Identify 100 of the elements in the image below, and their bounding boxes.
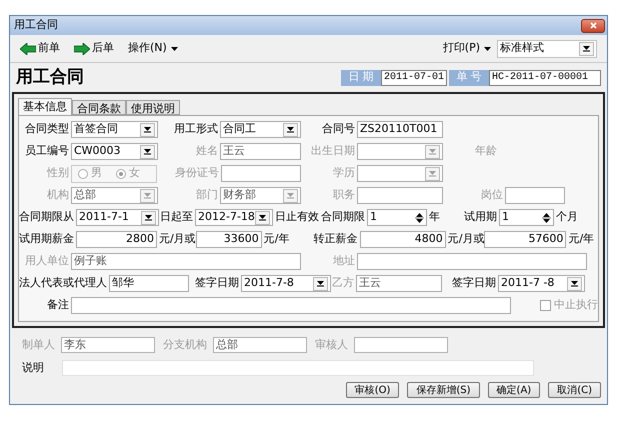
dropdown-field[interactable]: 合同工 bbox=[220, 121, 301, 138]
dropdown-field[interactable]: 2011-7 -8 bbox=[498, 275, 585, 292]
field-label: 试用期 bbox=[463, 209, 498, 226]
field-label: 日起至 bbox=[159, 209, 194, 226]
dropdown-field[interactable]: 首签合同 bbox=[71, 121, 158, 138]
field-label: 转正薪金 bbox=[312, 231, 359, 248]
toolbar-button[interactable]: 前单 bbox=[20, 40, 60, 57]
dialog-button[interactable]: 审核(O) bbox=[346, 382, 400, 398]
close-button[interactable] bbox=[581, 18, 605, 32]
dropdown-button[interactable] bbox=[255, 210, 270, 224]
field-label: 合同号 bbox=[321, 121, 356, 138]
dropdown-button[interactable] bbox=[140, 122, 155, 136]
field-label: 乙方 bbox=[331, 275, 355, 292]
input-field[interactable]: 邹华 bbox=[109, 275, 189, 292]
dropdown-button[interactable] bbox=[140, 144, 155, 158]
field-label: 身份证号 bbox=[174, 165, 220, 182]
toolbar-button[interactable]: 后单 bbox=[74, 40, 114, 57]
spinner-icon[interactable] bbox=[542, 212, 551, 224]
print-button[interactable]: 打印(P) bbox=[442, 40, 491, 57]
dialog-button[interactable]: 保存新增(S) bbox=[407, 382, 480, 398]
right-arrow-icon bbox=[74, 42, 90, 54]
input-field[interactable] bbox=[354, 337, 448, 354]
menu-button[interactable]: 操作(N) bbox=[128, 40, 178, 57]
dropdown-button[interactable] bbox=[579, 42, 594, 56]
input-field[interactable]: HC-2011-07-00001 bbox=[489, 70, 601, 86]
field-label: 签字日期 bbox=[451, 275, 497, 292]
caret-icon bbox=[317, 280, 324, 286]
input-field[interactable]: 4800 bbox=[360, 231, 446, 248]
field-label: 员工编号 bbox=[24, 143, 70, 160]
window-title: 用工合同 bbox=[14, 17, 58, 34]
field-label: 出生日期 bbox=[310, 143, 356, 160]
spin-field[interactable]: 1 bbox=[367, 209, 427, 226]
field-label: 部门 bbox=[195, 187, 219, 204]
input-field[interactable] bbox=[221, 165, 301, 182]
input-field[interactable] bbox=[357, 187, 443, 204]
close-icon bbox=[590, 22, 596, 29]
spinner-icon[interactable] bbox=[415, 212, 424, 224]
dropdown-button[interactable] bbox=[567, 276, 582, 290]
caret-icon bbox=[144, 192, 151, 198]
input-field[interactable]: 2800 bbox=[76, 231, 157, 248]
dropdown-field[interactable]: 标准样式 bbox=[497, 40, 597, 58]
input-field[interactable] bbox=[71, 297, 511, 314]
caret-icon bbox=[144, 126, 151, 132]
tab[interactable]: 基本信息 bbox=[18, 98, 72, 115]
field-label: 说明 bbox=[22, 360, 44, 376]
field-label: 合同期限 bbox=[320, 209, 366, 226]
dropdown-button[interactable] bbox=[313, 276, 328, 290]
field-label: 合同类型 bbox=[24, 121, 70, 138]
unit-label: 元/年 bbox=[262, 231, 290, 248]
field-label: 法人代表或代理人 bbox=[19, 275, 108, 292]
dialog-button[interactable]: 取消(C) bbox=[548, 382, 601, 398]
input-field[interactable]: 2011-07-01 bbox=[381, 70, 447, 86]
dropdown-field[interactable]: 2012-7-18 bbox=[195, 209, 273, 226]
dropdown-button[interactable] bbox=[283, 122, 298, 136]
tab[interactable]: 合同条款 bbox=[72, 100, 126, 115]
caret-icon bbox=[259, 214, 266, 220]
caret-icon bbox=[170, 46, 178, 50]
field-label: 合同期限从 bbox=[19, 209, 75, 226]
left-arrow-icon bbox=[20, 42, 36, 54]
caret-icon bbox=[429, 170, 436, 176]
dialog-button[interactable]: 确定(A) bbox=[488, 382, 540, 398]
field-label: 备注 bbox=[46, 297, 70, 314]
caret-icon bbox=[484, 46, 491, 50]
caret-icon bbox=[287, 126, 294, 132]
field-label: 机构 bbox=[46, 187, 70, 204]
dropdown-field[interactable] bbox=[357, 143, 443, 160]
dropdown-field[interactable]: 2011-7-8 bbox=[241, 275, 331, 292]
field-label: 岗位 bbox=[480, 187, 504, 204]
field-label: 审核人 bbox=[315, 337, 348, 353]
field-label: 年龄 bbox=[474, 143, 498, 160]
spin-field[interactable]: 1 bbox=[499, 209, 554, 226]
field-label: 制单人 bbox=[22, 337, 55, 353]
field-label: 地址 bbox=[332, 253, 356, 270]
field-label: 日 期 bbox=[341, 70, 381, 86]
unit-label: 年 bbox=[428, 209, 441, 226]
dropdown-button[interactable] bbox=[141, 210, 156, 224]
input-field[interactable] bbox=[505, 187, 565, 204]
field-label: 单 号 bbox=[449, 70, 489, 86]
dropdown-field[interactable]: 2011-7-1 bbox=[76, 209, 159, 226]
unit-label: 个月 bbox=[555, 209, 579, 226]
unit-label: 元/月或 bbox=[446, 231, 484, 248]
caret-icon bbox=[145, 214, 152, 220]
caret-icon bbox=[144, 148, 151, 154]
caret-icon bbox=[287, 192, 294, 198]
field-label: 姓名 bbox=[195, 143, 219, 160]
caret-icon bbox=[429, 148, 436, 154]
field-label: 学历 bbox=[332, 165, 356, 182]
unit-label: 日止有效 bbox=[274, 209, 319, 226]
unit-label: 元/年 bbox=[567, 231, 596, 248]
field-label: 签字日期 bbox=[194, 275, 240, 292]
tab[interactable]: 使用说明 bbox=[126, 100, 180, 115]
input-field[interactable]: ZS20110T001 bbox=[357, 121, 443, 138]
unit-label: 元/月或 bbox=[158, 231, 196, 248]
input-field[interactable] bbox=[357, 253, 587, 270]
input-field[interactable]: 33600 bbox=[196, 231, 262, 248]
input-field[interactable]: 57600 bbox=[484, 231, 566, 248]
dropdown-field[interactable] bbox=[357, 165, 443, 182]
field-label: 用工形式 bbox=[173, 121, 219, 138]
dropdown-field[interactable]: CW0003 bbox=[71, 143, 158, 160]
field-label: 分支机构 bbox=[163, 337, 207, 353]
